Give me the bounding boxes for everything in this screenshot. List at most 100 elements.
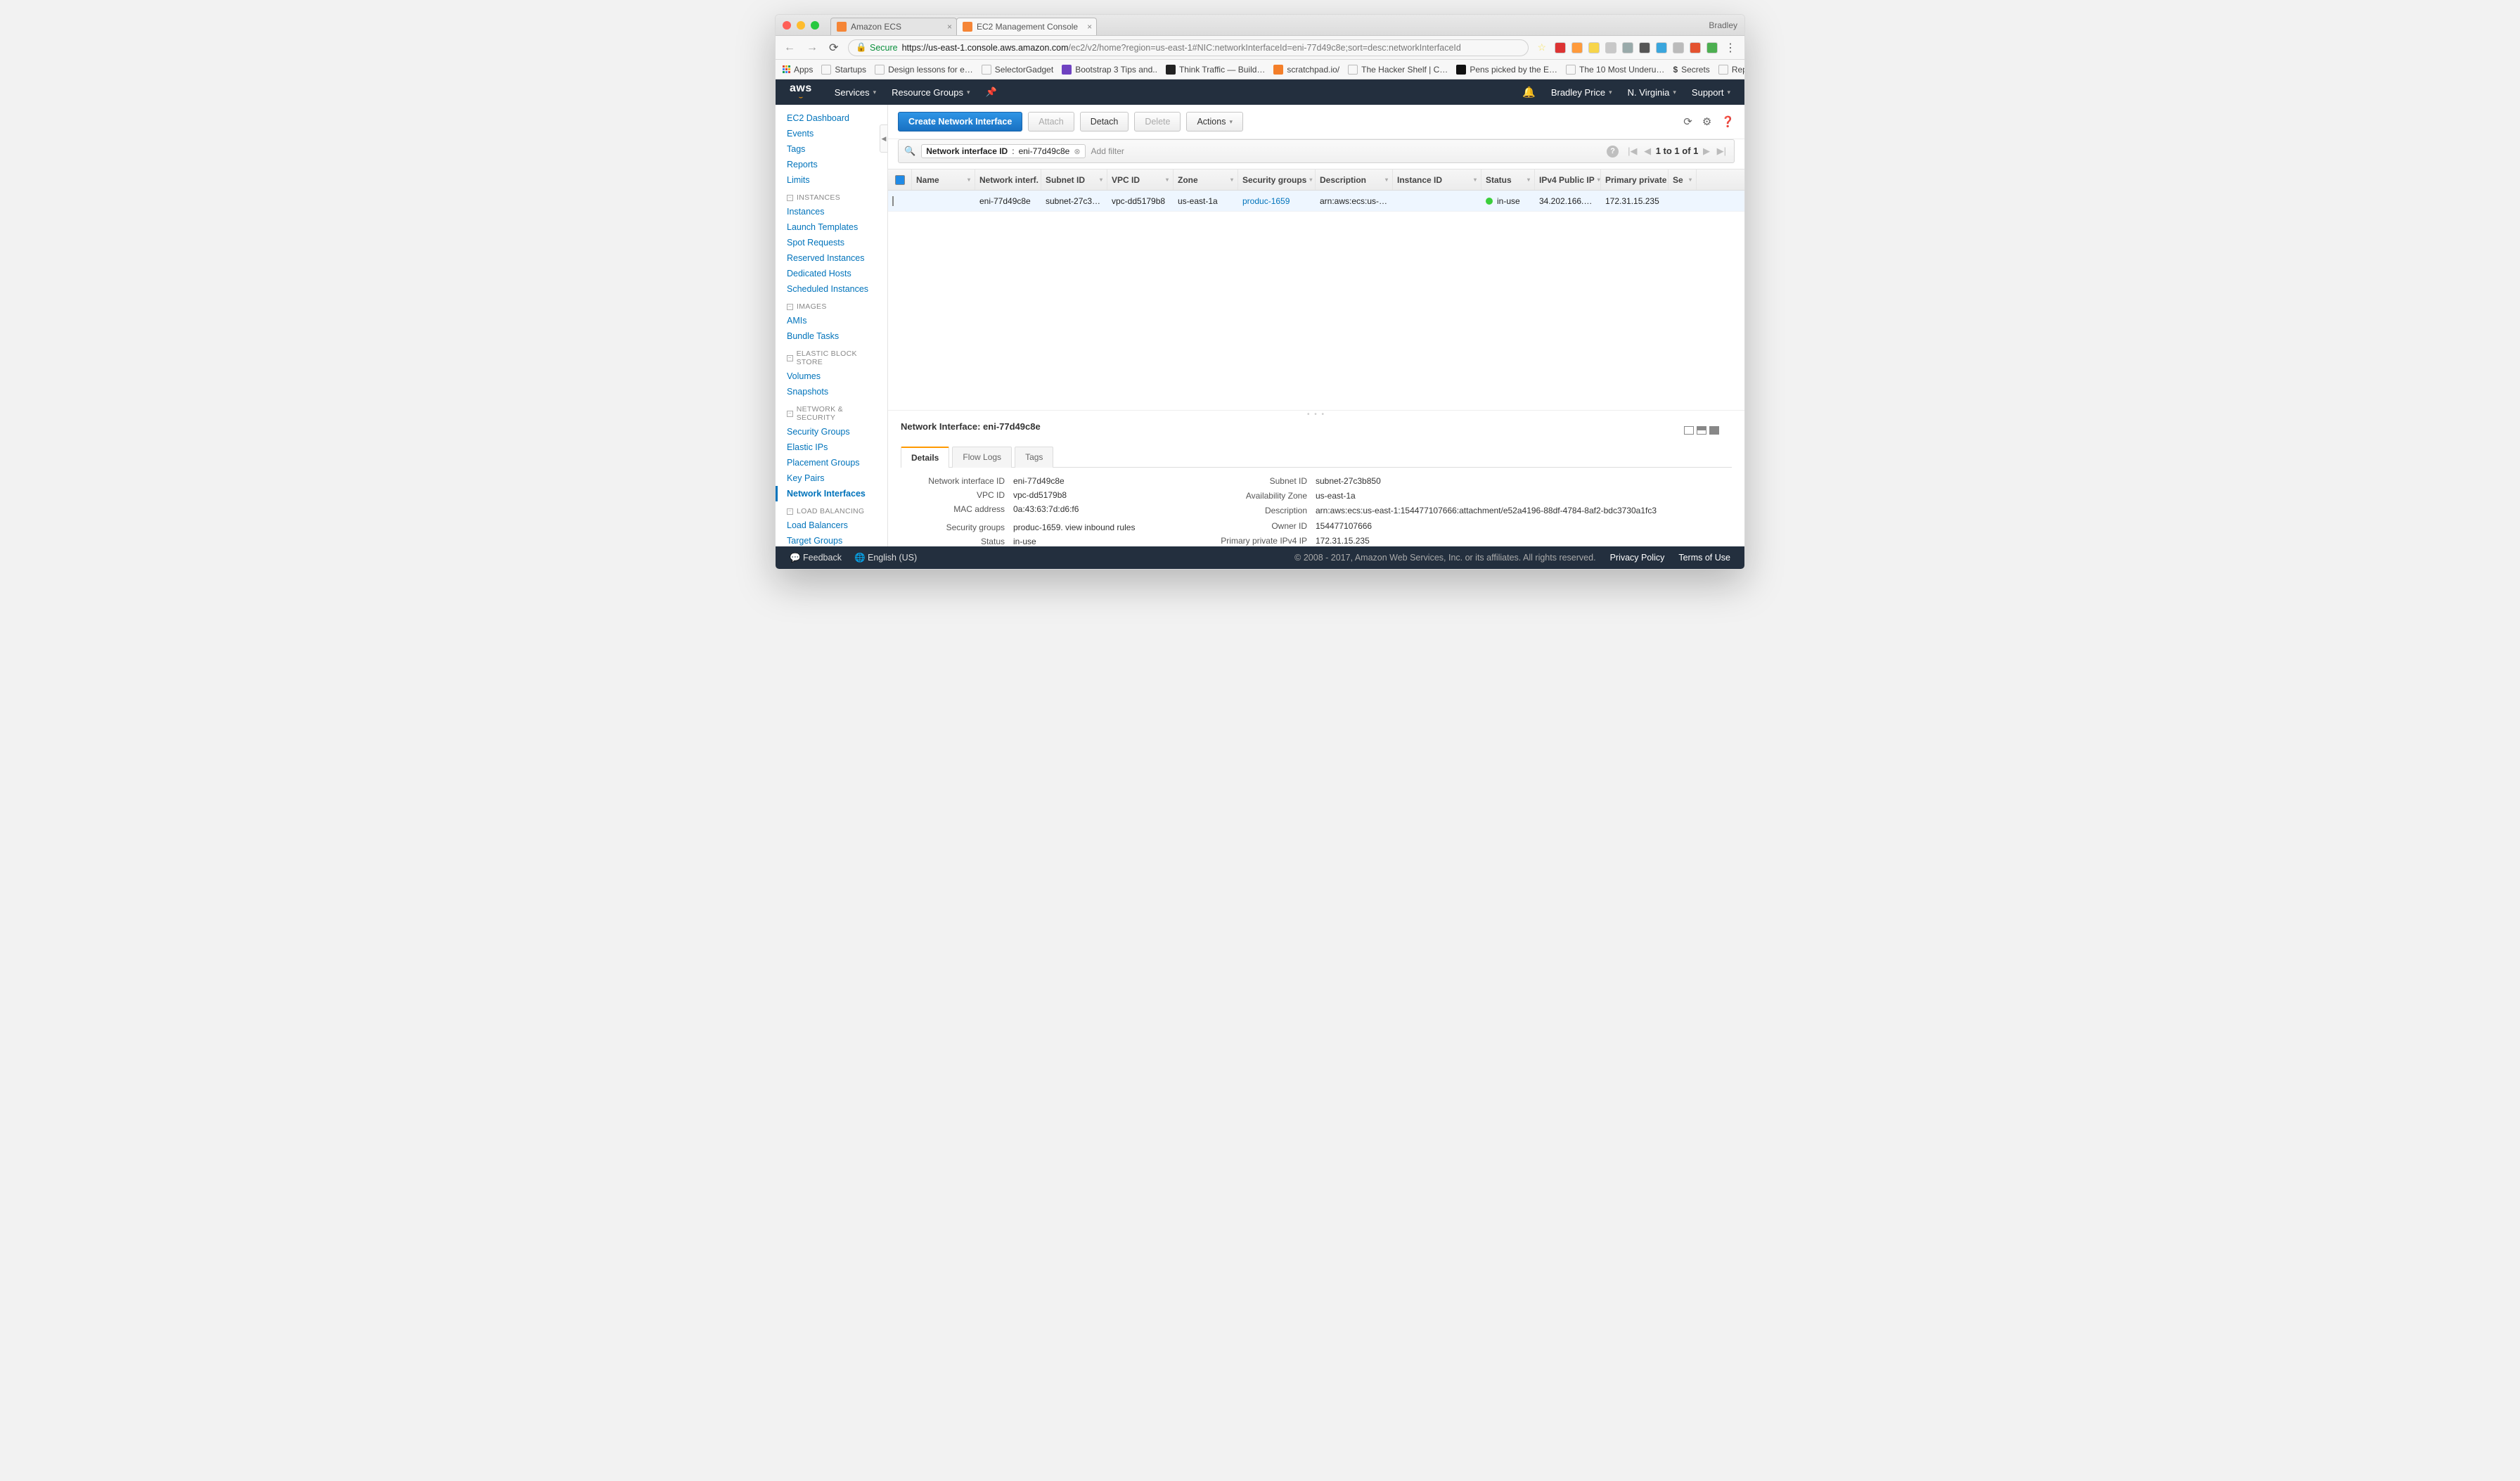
prev-page-button[interactable]: ◀ <box>1642 146 1653 156</box>
sidebar-group-head[interactable]: −INSTANCES <box>776 188 887 204</box>
sidebar-item[interactable]: Dedicated Hosts <box>776 266 887 281</box>
next-page-button[interactable]: ▶ <box>1701 146 1712 156</box>
chrome-profile[interactable]: Bradley <box>1709 20 1737 30</box>
bookmark-item[interactable]: $Secrets <box>1673 65 1709 75</box>
refresh-icon[interactable]: ⟳ <box>1683 115 1692 128</box>
back-button[interactable]: ← <box>783 41 797 54</box>
sidebar-group-head[interactable]: −IMAGES <box>776 297 887 313</box>
bookmark-item[interactable]: Bootstrap 3 Tips and.. <box>1062 65 1157 75</box>
services-menu[interactable]: Services▾ <box>835 87 876 98</box>
pin-icon[interactable]: 📌 <box>986 86 997 98</box>
sidebar-item[interactable]: Scheduled Instances <box>776 281 887 297</box>
sidebar-item[interactable]: Bundle Tasks <box>776 328 887 344</box>
column-header[interactable]: Primary private▾ <box>1601 169 1669 190</box>
filter-chip[interactable]: Network interface ID: eni-77d49c8e ⊗ <box>921 144 1085 158</box>
extension-icon[interactable] <box>1639 42 1650 53</box>
extension-icon[interactable] <box>1605 42 1616 53</box>
resource-groups-menu[interactable]: Resource Groups▾ <box>892 87 970 98</box>
sidebar-item[interactable]: EC2 Dashboard <box>776 110 887 126</box>
sidebar-group-head[interactable]: −ELASTIC BLOCK STORE <box>776 344 887 368</box>
detach-button[interactable]: Detach <box>1080 112 1129 132</box>
layout-option-2[interactable] <box>1697 426 1706 435</box>
add-filter[interactable]: Add filter <box>1091 146 1124 156</box>
apps-button[interactable]: Apps <box>783 65 813 75</box>
sidebar-item[interactable]: Key Pairs <box>776 470 887 486</box>
bookmark-star-icon[interactable]: ☆ <box>1537 41 1546 53</box>
extension-icon[interactable] <box>1706 42 1718 53</box>
tab-tags[interactable]: Tags <box>1015 447 1053 468</box>
extension-icon[interactable] <box>1555 42 1566 53</box>
select-all-checkbox[interactable] <box>895 175 905 185</box>
support-menu[interactable]: Support▾ <box>1692 87 1730 98</box>
sidebar-item[interactable]: Snapshots <box>776 384 887 399</box>
bookmark-item[interactable]: The Hacker Shelf | C… <box>1348 65 1448 75</box>
extension-icon[interactable] <box>1571 42 1583 53</box>
bookmark-item[interactable]: The 10 Most Underu… <box>1566 65 1664 75</box>
help-icon[interactable]: ❓ <box>1721 115 1735 128</box>
sidebar-item[interactable]: Tags <box>776 141 887 157</box>
column-header[interactable]: Status▾ <box>1481 169 1535 190</box>
actions-menu-button[interactable]: Actions▾ <box>1186 112 1243 132</box>
sidebar-item[interactable]: Placement Groups <box>776 455 887 470</box>
language-selector[interactable]: 🌐 English (US) <box>854 553 917 563</box>
extension-icon[interactable] <box>1673 42 1684 53</box>
extension-icon[interactable] <box>1656 42 1667 53</box>
reload-button[interactable]: ⟳ <box>828 41 840 55</box>
column-header[interactable]: Subnet ID▾ <box>1041 169 1107 190</box>
sidebar-item[interactable]: Events <box>776 126 887 141</box>
sidebar-item[interactable]: Security Groups <box>776 424 887 440</box>
extension-icon[interactable] <box>1588 42 1600 53</box>
column-header[interactable]: Se▾ <box>1669 169 1697 190</box>
delete-button[interactable]: Delete <box>1134 112 1181 132</box>
sidebar-item[interactable]: Volumes <box>776 368 887 384</box>
menu-icon[interactable]: ⋮ <box>1723 41 1737 55</box>
table-row[interactable]: eni-77d49c8e subnet-27c3b8… vpc-dd5179b8… <box>888 191 1744 212</box>
column-header[interactable]: IPv4 Public IP▾ <box>1535 169 1601 190</box>
row-checkbox[interactable] <box>892 196 894 206</box>
tab-amazon-ecs[interactable]: Amazon ECS × <box>830 18 957 35</box>
column-header[interactable]: Instance ID▾ <box>1393 169 1481 190</box>
tab-flow-logs[interactable]: Flow Logs <box>952 447 1012 468</box>
layout-option-1[interactable] <box>1684 426 1694 435</box>
bookmark-item[interactable]: SelectorGadget <box>982 65 1053 75</box>
column-header[interactable]: VPC ID▾ <box>1107 169 1174 190</box>
filter-help-icon[interactable]: ? <box>1607 146 1619 158</box>
sidebar-item[interactable]: Network Interfaces <box>776 486 887 501</box>
notifications-icon[interactable]: 🔔 <box>1522 86 1536 98</box>
feedback-link[interactable]: 💬 Feedback <box>790 553 842 563</box>
forward-button[interactable]: → <box>805 41 819 54</box>
bookmark-item[interactable]: scratchpad.io/ <box>1273 65 1339 75</box>
column-header[interactable]: Network interf.▾ <box>975 169 1041 190</box>
sidebar-item[interactable]: Elastic IPs <box>776 440 887 455</box>
sidebar-item[interactable]: Launch Templates <box>776 219 887 235</box>
tab-details[interactable]: Details <box>901 447 949 468</box>
bookmark-item[interactable]: Design lessons for e… <box>875 65 973 75</box>
extension-icon[interactable] <box>1622 42 1633 53</box>
close-window-button[interactable] <box>783 21 791 30</box>
settings-gear-icon[interactable]: ⚙ <box>1702 115 1711 128</box>
attach-button[interactable]: Attach <box>1028 112 1074 132</box>
create-network-interface-button[interactable]: Create Network Interface <box>898 112 1022 132</box>
first-page-button[interactable]: |◀ <box>1626 146 1639 156</box>
column-header[interactable]: Zone▾ <box>1174 169 1238 190</box>
column-header[interactable]: Name▾ <box>912 169 975 190</box>
terms-link[interactable]: Terms of Use <box>1678 553 1730 563</box>
sidebar-item[interactable]: Load Balancers <box>776 518 887 533</box>
minimize-window-button[interactable] <box>797 21 805 30</box>
sidebar-item[interactable]: Target Groups <box>776 533 887 546</box>
sidebar-item[interactable]: Spot Requests <box>776 235 887 250</box>
bookmark-item[interactable]: Think Traffic — Build… <box>1166 65 1265 75</box>
detail-value-link[interactable]: produc-1659. view inbound rules <box>1013 522 1161 532</box>
sidebar-item[interactable]: Reserved Instances <box>776 250 887 266</box>
region-menu[interactable]: N. Virginia▾ <box>1628 87 1676 98</box>
aws-logo[interactable]: aws ⌣ <box>790 83 812 101</box>
address-bar[interactable]: 🔒 Secure https://us-east-1.console.aws.a… <box>848 39 1529 56</box>
close-tab-icon[interactable]: × <box>947 22 952 32</box>
sidebar-item[interactable]: Reports <box>776 157 887 172</box>
layout-option-3[interactable] <box>1709 426 1719 435</box>
sidebar-item[interactable]: Instances <box>776 204 887 219</box>
last-page-button[interactable]: ▶| <box>1715 146 1728 156</box>
maximize-window-button[interactable] <box>811 21 819 30</box>
bookmark-item[interactable]: Repeat! <box>1718 65 1744 75</box>
sidebar-item[interactable]: AMIs <box>776 313 887 328</box>
